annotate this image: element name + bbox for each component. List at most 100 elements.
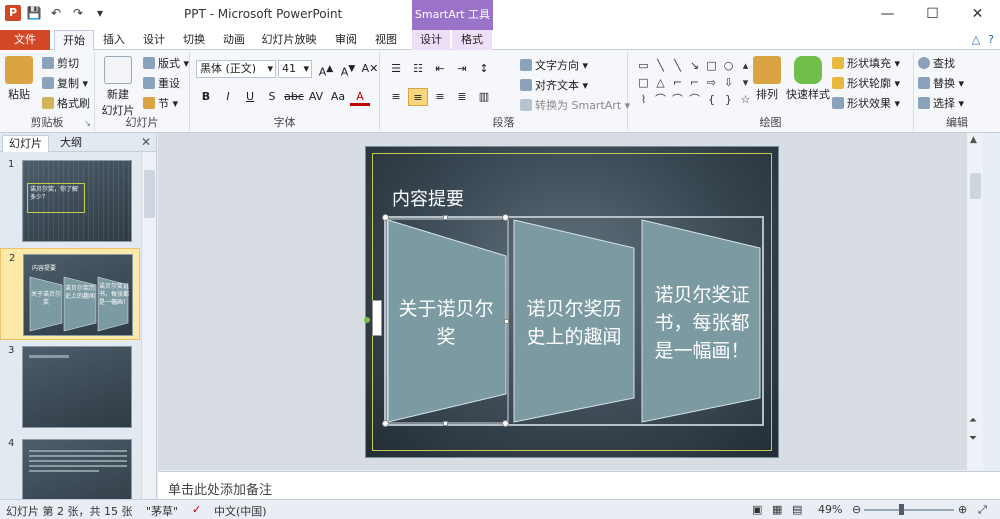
clipboard-launcher-icon[interactable]: ↘ <box>84 119 91 128</box>
line-shape-icon[interactable]: ╲ <box>670 58 685 74</box>
arrange-button[interactable]: 排列 <box>752 56 782 102</box>
language-indicator[interactable]: 中文(中国) <box>214 503 267 519</box>
new-slide-button[interactable]: 新建 幻灯片 <box>99 56 137 118</box>
zoom-slider-knob[interactable] <box>899 504 904 515</box>
resize-handle[interactable] <box>443 215 448 220</box>
arrow-shape-icon[interactable]: ⇩ <box>721 75 736 91</box>
curve-shape-icon[interactable]: ⌒ <box>687 92 702 108</box>
close-button[interactable]: ✕ <box>955 0 1000 28</box>
quick-styles-button[interactable]: 快速样式 <box>786 56 830 102</box>
connector-shape-icon[interactable]: ⌐ <box>670 75 685 91</box>
oval-shape-icon[interactable]: ○ <box>721 58 736 74</box>
theme-name[interactable]: "茅草" <box>146 503 178 519</box>
tab-animations[interactable]: 动画 <box>218 30 250 50</box>
arrow-shape-icon[interactable]: ↘ <box>687 58 702 74</box>
justify-icon[interactable]: ≣ <box>452 88 472 106</box>
connector-shape-icon[interactable]: ⌐ <box>687 75 702 91</box>
next-slide-icon[interactable]: ⏷ <box>969 433 977 444</box>
resize-handle[interactable] <box>382 214 389 221</box>
replace-button[interactable]: 替换 ▾ <box>918 76 964 92</box>
align-text-button[interactable]: 对齐文本 ▾ <box>520 78 588 94</box>
tab-outline[interactable]: 大纲 <box>54 135 88 152</box>
clear-format-icon[interactable]: A✕ <box>360 60 380 78</box>
tab-review[interactable]: 审阅 <box>330 30 362 50</box>
zoom-slider[interactable] <box>864 509 954 511</box>
spellcheck-icon[interactable]: ✓ <box>192 503 201 516</box>
columns-icon[interactable]: ▥ <box>474 88 494 106</box>
tab-insert[interactable]: 插入 <box>98 30 130 50</box>
char-spacing-icon[interactable]: AV <box>306 88 326 106</box>
zoom-level[interactable]: 49% <box>818 503 842 516</box>
decrease-indent-icon[interactable]: ⇤ <box>430 60 450 78</box>
slide-thumbnail[interactable]: 1 诺贝尔奖，你了解多少？ <box>0 155 140 247</box>
increase-indent-icon[interactable]: ⇥ <box>452 60 472 78</box>
font-name-select[interactable]: 黑体 (正文) ▾ <box>196 60 276 78</box>
underline-icon[interactable]: U <box>240 88 260 106</box>
minimize-button[interactable]: — <box>865 0 910 28</box>
current-slide[interactable]: 内容提要 关于诺贝尔奖 诺贝尔奖历史上的趣闻 诺贝尔奖证书，每张都是一幅画！ <box>364 146 779 458</box>
reading-view-icon[interactable]: ▤ <box>792 503 802 516</box>
save-icon[interactable]: 💾 <box>26 6 42 20</box>
tab-slideshow[interactable]: 幻灯片放映 <box>258 30 320 50</box>
numbering-icon[interactable]: ☷ <box>408 60 428 78</box>
tab-design[interactable]: 设计 <box>138 30 170 50</box>
tab-file[interactable]: 文件 <box>0 30 50 50</box>
layout-button[interactable]: 版式 ▾ <box>143 56 189 72</box>
paste-button[interactable]: 粘贴 <box>4 56 34 102</box>
resize-handle[interactable] <box>502 420 509 427</box>
cut-button[interactable]: 剪切 <box>42 56 79 72</box>
scroll-up-icon[interactable]: ▲ <box>970 135 977 145</box>
resize-handle[interactable] <box>504 319 509 324</box>
powerpoint-app-icon[interactable]: P <box>5 5 21 21</box>
strikethrough-icon[interactable]: abc <box>284 88 304 106</box>
textbox-shape-icon[interactable]: ▭ <box>636 58 651 74</box>
smartart-item-text[interactable]: 关于诺贝尔奖 <box>390 268 502 378</box>
tab-home[interactable]: 开始 <box>54 30 94 51</box>
star-shape-icon[interactable]: ☆ <box>738 92 753 108</box>
slide-title[interactable]: 内容提要 <box>392 185 464 211</box>
resize-handle[interactable] <box>382 420 389 427</box>
shapes-gallery[interactable]: ▭ ╲ ╲ ↘ □ ○ ▴ □ △ ⌐ ⌐ ⇨ ⇩ ▾ ⌇ ⌒ ⌒ ⌒{} ☆ <box>636 58 753 108</box>
align-center-icon[interactable]: ≡ <box>408 88 428 106</box>
smartart-graphic[interactable]: 关于诺贝尔奖 诺贝尔奖历史上的趣闻 诺贝尔奖证书，每张都是一幅画！ <box>382 214 764 427</box>
brace-shape-icon[interactable]: { <box>704 92 719 108</box>
slide-thumbnail[interactable]: 2 内容提要 关于诺贝尔奖 诺贝尔奖历史上的趣闻 诺贝尔奖证书，每张都是一幅画！ <box>0 248 140 340</box>
notes-pane[interactable]: 单击此处添加备注 <box>158 471 1000 499</box>
find-button[interactable]: 查找 <box>918 56 955 72</box>
reset-button[interactable]: 重设 <box>143 76 180 92</box>
undo-icon[interactable]: ↶ <box>48 6 64 20</box>
minimize-ribbon-icon[interactable]: △ <box>972 33 980 46</box>
tab-slides[interactable]: 幻灯片 <box>2 135 49 152</box>
align-left-icon[interactable]: ≡ <box>386 88 406 106</box>
font-color-icon[interactable]: A <box>350 88 370 106</box>
close-icon[interactable]: ✕ <box>141 135 151 149</box>
resize-handle[interactable] <box>502 214 509 221</box>
shrink-font-icon[interactable]: A▼ <box>338 60 358 79</box>
slides-panel-scrollbar[interactable] <box>141 152 156 499</box>
italic-icon[interactable]: I <box>218 88 238 106</box>
slide-thumbnail[interactable]: 3 <box>0 341 140 433</box>
format-painter-button[interactable]: 格式刷 <box>42 96 90 112</box>
more-shapes-icon[interactable]: ▴ <box>738 58 753 74</box>
triangle-shape-icon[interactable]: △ <box>653 75 668 91</box>
customize-icon[interactable]: ▾ <box>92 6 108 20</box>
scrollbar-thumb[interactable] <box>144 170 155 218</box>
curve-shape-icon[interactable]: ⌒ <box>670 92 685 108</box>
tab-transitions[interactable]: 切换 <box>178 30 210 50</box>
tab-smartart-design[interactable]: 设计 <box>412 30 450 50</box>
curve-shape-icon[interactable]: ⌒ <box>653 92 668 108</box>
notes-placeholder[interactable]: 单击此处添加备注 <box>168 479 272 498</box>
zoom-in-icon[interactable]: ⊕ <box>958 503 967 516</box>
shape-effects-button[interactable]: 形状效果 ▾ <box>832 96 900 112</box>
resize-handle[interactable] <box>443 421 448 426</box>
scrollbar-thumb[interactable] <box>970 173 981 199</box>
select-button[interactable]: 选择 ▾ <box>918 96 964 112</box>
slide-sorter-icon[interactable]: ▦ <box>772 503 782 516</box>
normal-view-icon[interactable]: ▣ <box>752 503 762 516</box>
rotation-handle[interactable] <box>364 317 370 323</box>
editor-scrollbar[interactable]: ▲ ⏶ ⏷ <box>966 133 983 470</box>
arrow-shape-icon[interactable]: ⇨ <box>704 75 719 91</box>
zoom-out-icon[interactable]: ⊖ <box>852 503 861 516</box>
help-icon[interactable]: ? <box>988 33 994 46</box>
maximize-button[interactable]: ☐ <box>910 0 955 28</box>
